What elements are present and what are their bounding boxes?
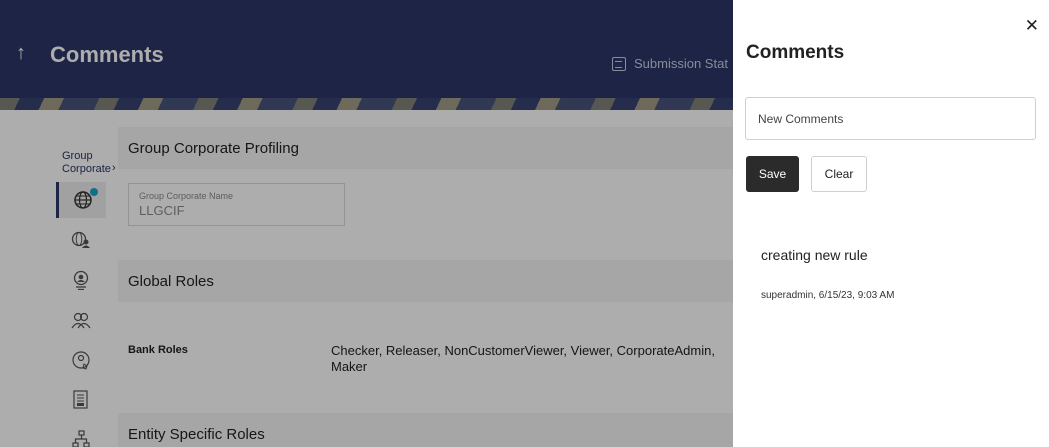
comment-meta: superadmin, 6/15/23, 9:03 AM [761,290,895,301]
new-comment-input[interactable] [745,97,1036,140]
background-page: ↑ Comments Submission Stat Group Corpora… [0,0,733,447]
comments-panel: ✕ Comments Save Clear creating new rule … [733,0,1049,447]
comments-panel-title: Comments [746,42,845,63]
clear-button[interactable]: Clear [811,156,867,192]
close-icon[interactable]: ✕ [1025,16,1039,36]
comment-text: creating new rule [761,247,868,263]
modal-overlay[interactable] [0,0,733,447]
save-button[interactable]: Save [746,156,799,192]
